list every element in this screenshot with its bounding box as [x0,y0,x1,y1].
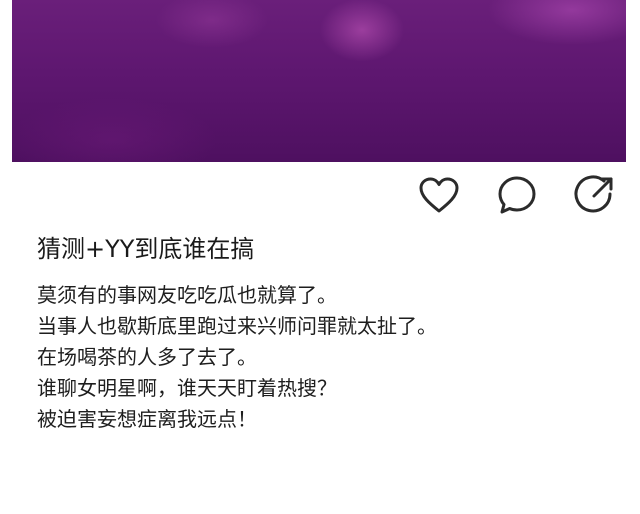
post-card: 猜测+YY到底谁在搞 莫须有的事网友吃吃瓜也就算了。 当事人也歇斯底里跑过来兴师… [0,0,640,514]
post-text-line: 谁聊女明星啊，谁天天盯着热搜？ [37,376,337,400]
post-photo[interactable] [12,0,626,162]
share-button[interactable] [572,172,618,218]
post-text-line: 被迫害妄想症离我远点！ [37,407,257,431]
post-text-line: 在场喝茶的人多了去了。 [37,345,257,369]
share-arrow-icon [574,175,613,213]
like-button[interactable] [416,172,462,218]
post-body: 莫须有的事网友吃吃瓜也就算了。 当事人也歇斯底里跑过来兴师问罪就太扯了。 在场喝… [37,280,437,435]
heart-icon [419,177,459,213]
post-text-line: 当事人也歇斯底里跑过来兴师问罪就太扯了。 [37,314,437,338]
post-title: 猜测+YY到底谁在搞 [37,235,255,263]
comment-button[interactable] [494,172,540,218]
action-bar [416,172,618,218]
comment-bubble-icon [498,176,536,214]
post-text-line: 莫须有的事网友吃吃瓜也就算了。 [37,283,337,307]
